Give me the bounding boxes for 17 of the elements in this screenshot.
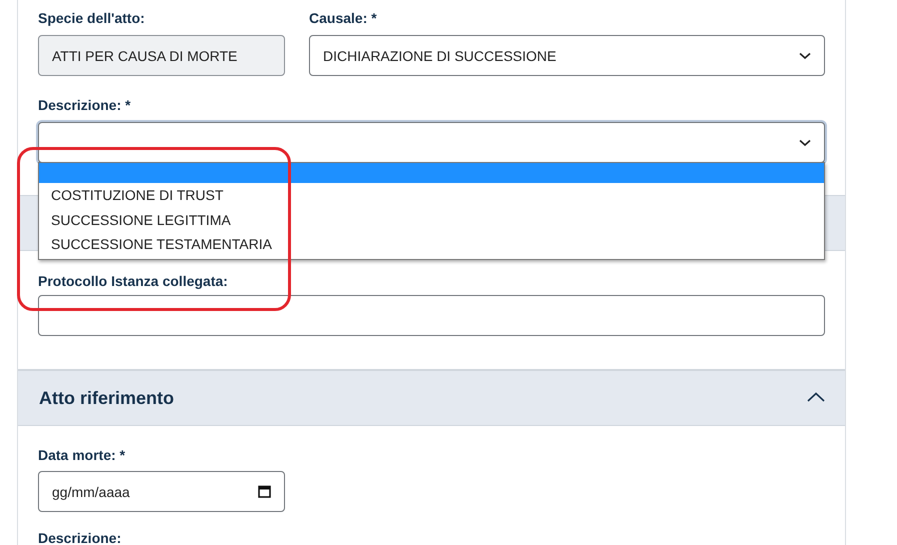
select-field[interactable]: DICHIARAZIONE DI SUCCESSIONE — [309, 35, 825, 76]
field-label: Specie dell'atto: — [38, 9, 146, 28]
input-field[interactable] — [38, 295, 825, 336]
chevron-down-icon — [799, 138, 811, 146]
chevron-down-icon — [799, 52, 811, 60]
dropdown-option[interactable]: SUCCESSIONE TESTAMENTARIA — [39, 232, 824, 256]
dropdown-option[interactable]: COSTITUZIONE DI TRUST — [39, 183, 824, 208]
field-label: Descrizione: — [38, 529, 122, 545]
field-label: Protocollo Istanza collegata: — [38, 272, 229, 291]
field-label: Descrizione: * — [38, 96, 132, 115]
calendar-icon[interactable] — [258, 485, 271, 498]
dropdown-option[interactable]: SUCCESSIONE LEGITTIMA — [39, 208, 824, 232]
field-label: Data morte: * — [38, 446, 126, 465]
chevron-up-icon[interactable] — [807, 392, 825, 402]
date-field[interactable]: gg/mm/aaaa — [38, 471, 285, 512]
field-label: Causale: * — [309, 9, 378, 28]
section-title: Atto riferimento — [39, 388, 174, 408]
